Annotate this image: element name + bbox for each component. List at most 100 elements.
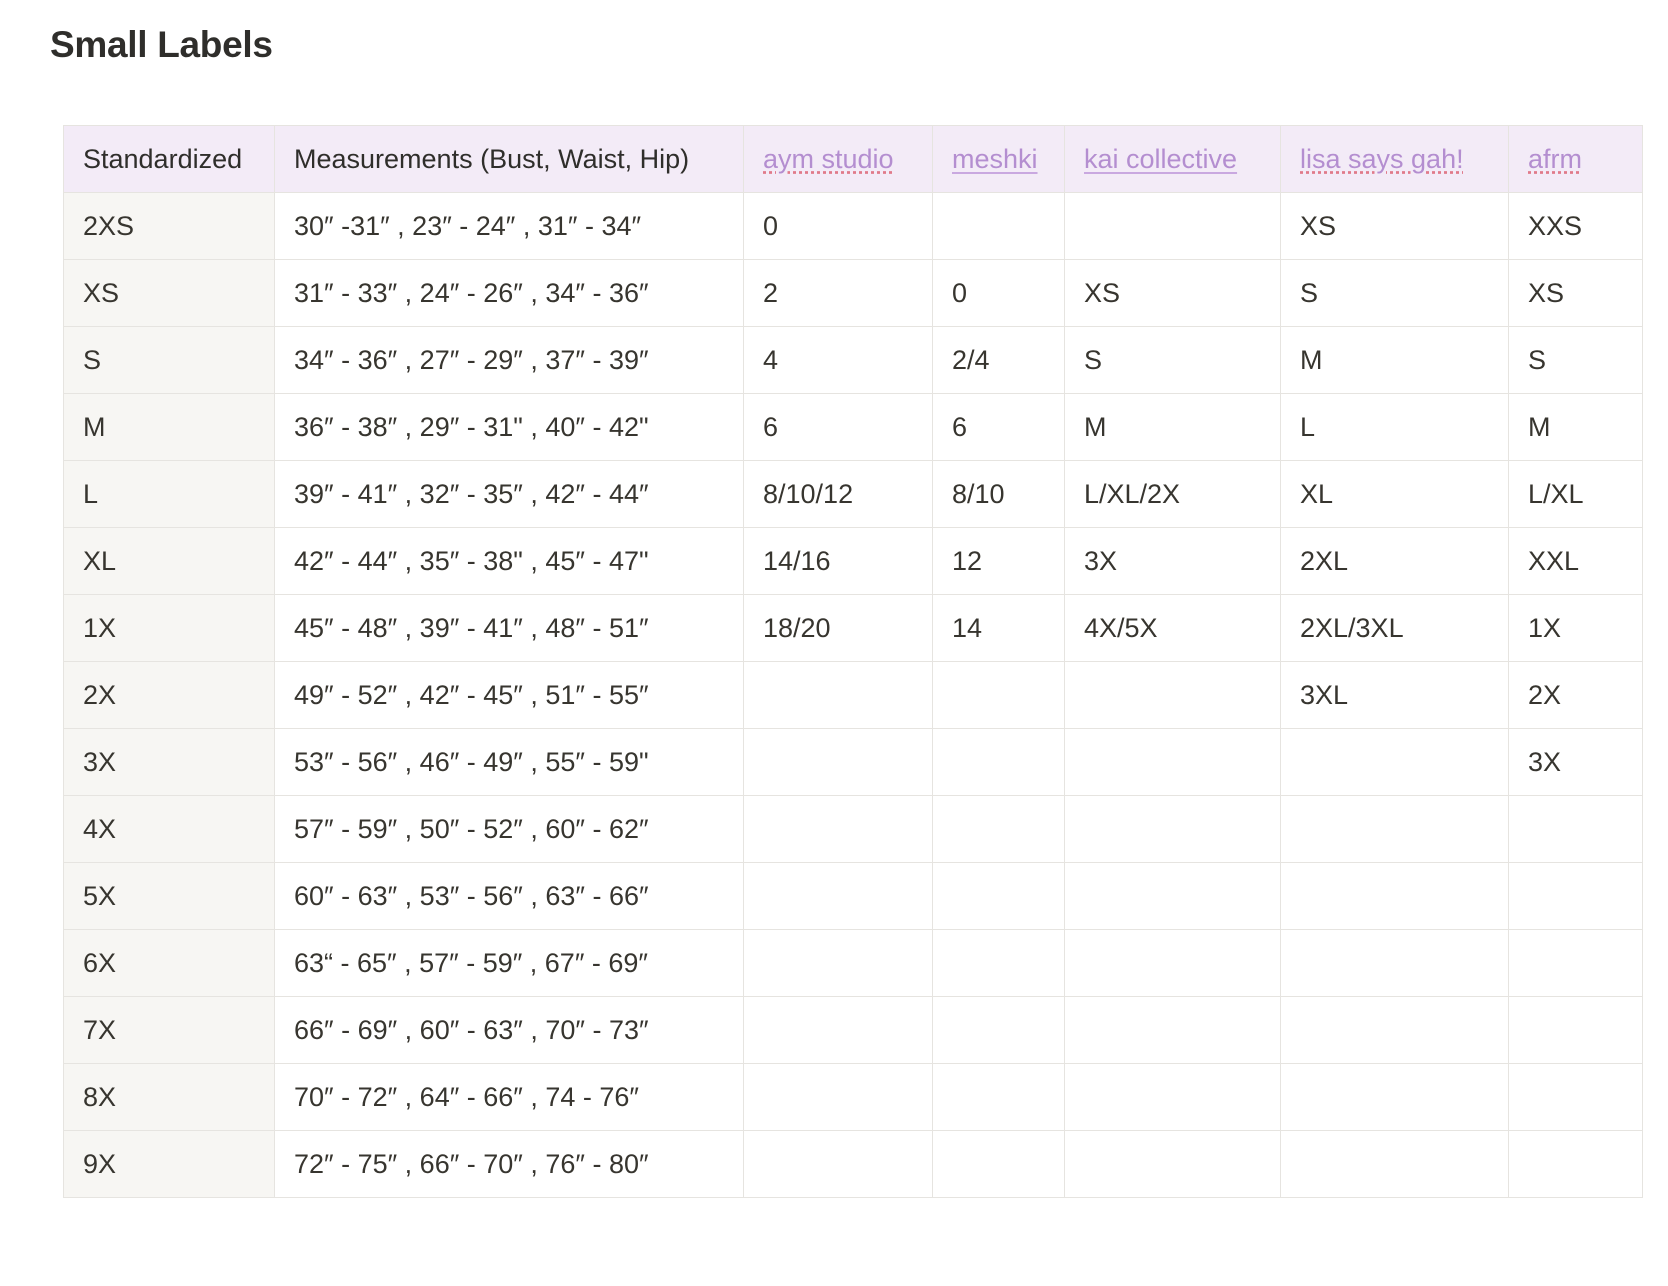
table-row: XS 31″ - 33″ , 24″ - 26″ , 34″ - 36″ 2 0 XS S…: [63, 259, 1643, 327]
cell-afrm: XS: [1508, 259, 1643, 327]
header-aym-studio: aym studio: [743, 125, 933, 193]
cell-measurements: 72″ - 75″ , 66″ - 70″ , 76″ - 80″: [274, 1130, 744, 1198]
table-row: 9X 72″ - 75″ , 66″ - 70″ , 76″ - 80″: [63, 1130, 1643, 1198]
cell-aym-studio: 14/16: [743, 527, 933, 595]
cell-kai-collective: [1064, 728, 1281, 796]
size-chart-table: Standardized Measurements (Bust, Waist, …: [63, 125, 1643, 1198]
cell-afrm: 2X: [1508, 661, 1643, 729]
table-row: 1X 45″ - 48″ , 39″ - 41″ , 48″ - 51″ 18/20…: [63, 594, 1643, 662]
brand-link-afrm[interactable]: afrm: [1528, 144, 1582, 174]
brand-link-aym-studio[interactable]: aym studio: [763, 144, 894, 174]
brand-link-lisa-says-gah[interactable]: lisa says gah!: [1300, 144, 1464, 174]
table-row: XL 42″ - 44″ , 35″ - 38" , 45″ - 47" 14/16…: [63, 527, 1643, 595]
cell-standardized: XL: [63, 527, 275, 595]
cell-aym-studio: [743, 728, 933, 796]
cell-afrm: XXL: [1508, 527, 1643, 595]
cell-lisa-says-gah: 2XL/3XL: [1280, 594, 1509, 662]
header-measurements: Measurements (Bust, Waist, Hip): [274, 125, 744, 193]
cell-lisa-says-gah: 3XL: [1280, 661, 1509, 729]
header-standardized: Standardized: [63, 125, 275, 193]
cell-meshki: [932, 795, 1065, 863]
cell-lisa-says-gah: M: [1280, 326, 1509, 394]
cell-measurements: 60″ - 63″ , 53″ - 56″ , 63″ - 66″: [274, 862, 744, 930]
cell-aym-studio: [743, 929, 933, 997]
cell-aym-studio: [743, 795, 933, 863]
table-row: 8X 70″ - 72″ , 64″ - 66″ , 74 - 76″: [63, 1063, 1643, 1131]
cell-afrm: [1508, 929, 1643, 997]
table-row: S 34″ - 36″ , 27″ - 29″ , 37″ - 39″ 4 2/4 S M…: [63, 326, 1643, 394]
cell-kai-collective: 3X: [1064, 527, 1281, 595]
cell-lisa-says-gah: [1280, 862, 1509, 930]
cell-kai-collective: [1064, 1063, 1281, 1131]
cell-meshki: 14: [932, 594, 1065, 662]
cell-measurements: 57″ - 59″ , 50″ - 52″ , 60″ - 62″: [274, 795, 744, 863]
cell-meshki: [932, 1063, 1065, 1131]
header-kai-collective: kai collective: [1064, 125, 1281, 193]
cell-lisa-says-gah: L: [1280, 393, 1509, 461]
cell-kai-collective: [1064, 862, 1281, 930]
brand-link-kai-collective[interactable]: kai collective: [1084, 144, 1237, 174]
table-header-row: Standardized Measurements (Bust, Waist, …: [63, 125, 1643, 193]
cell-meshki: [932, 728, 1065, 796]
table-row: 4X 57″ - 59″ , 50″ - 52″ , 60″ - 62″: [63, 795, 1643, 863]
cell-measurements: 45″ - 48″ , 39″ - 41″ , 48″ - 51″: [274, 594, 744, 662]
table-row: M 36″ - 38″ , 29″ - 31" , 40″ - 42" 6 6 M L M: [63, 393, 1643, 461]
header-label: Measurements (Bust, Waist, Hip): [294, 143, 690, 174]
cell-aym-studio: 4: [743, 326, 933, 394]
cell-lisa-says-gah: [1280, 996, 1509, 1064]
header-afrm: afrm: [1508, 125, 1643, 193]
cell-standardized: 4X: [63, 795, 275, 863]
cell-afrm: [1508, 795, 1643, 863]
cell-aym-studio: [743, 661, 933, 729]
cell-meshki: 12: [932, 527, 1065, 595]
cell-afrm: [1508, 996, 1643, 1064]
cell-meshki: [932, 862, 1065, 930]
cell-standardized: 9X: [63, 1130, 275, 1198]
cell-lisa-says-gah: [1280, 1063, 1509, 1131]
cell-meshki: 8/10: [932, 460, 1065, 528]
table-row: 5X 60″ - 63″ , 53″ - 56″ , 63″ - 66″: [63, 862, 1643, 930]
cell-measurements: 66″ - 69″ , 60″ - 63″ , 70″ - 73″: [274, 996, 744, 1064]
cell-aym-studio: [743, 1130, 933, 1198]
header-label: Standardized: [83, 143, 243, 174]
cell-measurements: 70″ - 72″ , 64″ - 66″ , 74 - 76″: [274, 1063, 744, 1131]
table-row: 2X 49″ - 52″ , 42″ - 45″ , 51″ - 55″ 3XL 2X: [63, 661, 1643, 729]
cell-afrm: 1X: [1508, 594, 1643, 662]
cell-aym-studio: 8/10/12: [743, 460, 933, 528]
cell-kai-collective: [1064, 192, 1281, 260]
cell-afrm: XXS: [1508, 192, 1643, 260]
cell-meshki: 0: [932, 259, 1065, 327]
cell-measurements: 39″ - 41″ , 32″ - 35″ , 42″ - 44″: [274, 460, 744, 528]
cell-afrm: S: [1508, 326, 1643, 394]
cell-measurements: 53″ - 56″ , 46″ - 49″ , 55″ - 59": [274, 728, 744, 796]
cell-measurements: 42″ - 44″ , 35″ - 38" , 45″ - 47": [274, 527, 744, 595]
cell-meshki: 6: [932, 393, 1065, 461]
cell-kai-collective: [1064, 795, 1281, 863]
cell-standardized: 2XS: [63, 192, 275, 260]
cell-aym-studio: 2: [743, 259, 933, 327]
cell-aym-studio: [743, 862, 933, 930]
cell-afrm: [1508, 862, 1643, 930]
cell-measurements: 30″ -31″ , 23″ - 24″ , 31″ - 34″: [274, 192, 744, 260]
header-lisa-says-gah: lisa says gah!: [1280, 125, 1509, 193]
cell-standardized: 3X: [63, 728, 275, 796]
cell-standardized: 8X: [63, 1063, 275, 1131]
cell-measurements: 63“ - 65″ , 57″ - 59″ , 67″ - 69″: [274, 929, 744, 997]
table-row: 2XS 30″ -31″ , 23″ - 24″ , 31″ - 34″ 0 XS XX…: [63, 192, 1643, 260]
cell-kai-collective: 4X/5X: [1064, 594, 1281, 662]
table-row: 6X 63“ - 65″ , 57″ - 59″ , 67″ - 69″: [63, 929, 1643, 997]
cell-afrm: M: [1508, 393, 1643, 461]
table-row: L 39″ - 41″ , 32″ - 35″ , 42″ - 44″ 8/10/1…: [63, 460, 1643, 528]
cell-meshki: [932, 929, 1065, 997]
cell-aym-studio: [743, 996, 933, 1064]
header-meshki: meshki: [932, 125, 1065, 193]
brand-link-meshki[interactable]: meshki: [952, 144, 1038, 174]
cell-meshki: [932, 192, 1065, 260]
cell-lisa-says-gah: XS: [1280, 192, 1509, 260]
cell-kai-collective: S: [1064, 326, 1281, 394]
cell-afrm: [1508, 1063, 1643, 1131]
cell-lisa-says-gah: S: [1280, 259, 1509, 327]
cell-standardized: 1X: [63, 594, 275, 662]
cell-lisa-says-gah: [1280, 795, 1509, 863]
cell-kai-collective: [1064, 929, 1281, 997]
